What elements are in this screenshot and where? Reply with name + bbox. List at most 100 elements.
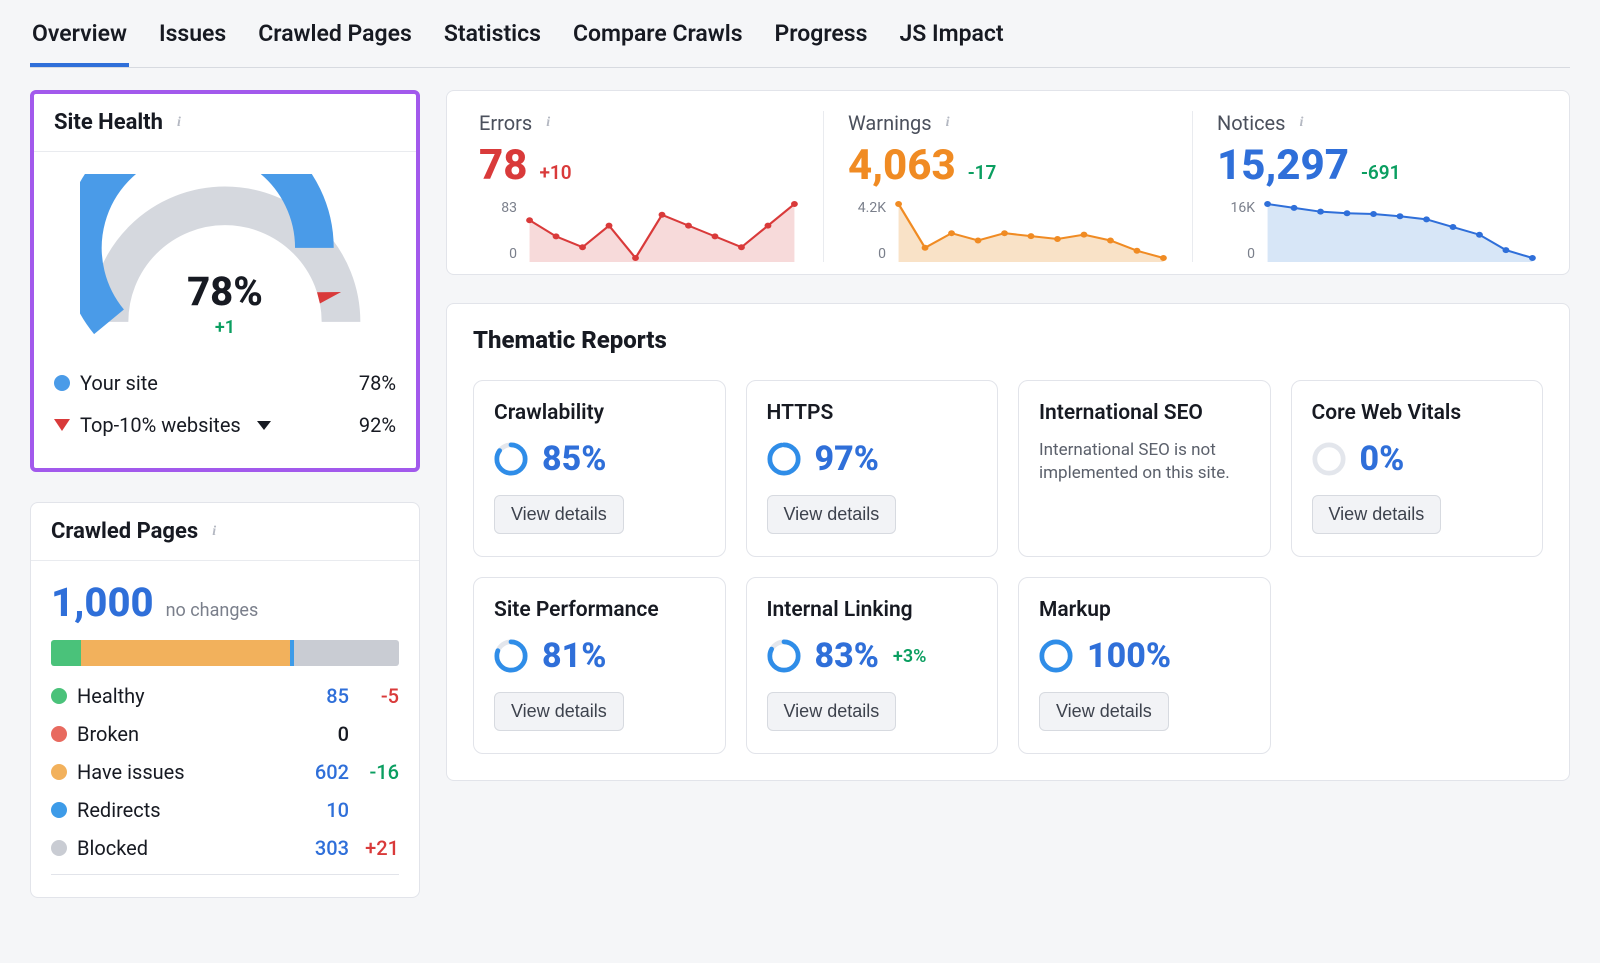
info-icon[interactable]: i bbox=[940, 115, 956, 131]
view-details-button[interactable]: View details bbox=[1039, 692, 1169, 731]
cp-value: 602 bbox=[289, 760, 349, 784]
cp-label: Healthy bbox=[77, 684, 145, 708]
kpi-notices-title: Notices bbox=[1217, 111, 1285, 135]
triangle-down-icon bbox=[54, 419, 70, 431]
view-details-button[interactable]: View details bbox=[767, 692, 897, 731]
kpi-errors-value: 78 bbox=[479, 141, 527, 190]
kpi-card: Errors i 78 +10 83 0 bbox=[446, 90, 1570, 275]
report-note: International SEO is not implemented on … bbox=[1039, 439, 1250, 485]
cp-label: Redirects bbox=[77, 798, 161, 822]
report-intlink: Internal Linking 83% +3% View details bbox=[746, 577, 999, 754]
bar-segment-healthy[interactable] bbox=[51, 640, 81, 666]
info-icon[interactable]: i bbox=[1293, 115, 1309, 131]
cp-row-redirects[interactable]: Redirects10 bbox=[51, 798, 399, 822]
tab-js-impact[interactable]: JS Impact bbox=[897, 20, 1005, 67]
donut-icon bbox=[494, 639, 528, 673]
donut-icon bbox=[1039, 639, 1073, 673]
axis-label: 16K bbox=[1217, 200, 1255, 216]
cp-row-broken[interactable]: Broken 0 bbox=[51, 722, 399, 746]
info-icon[interactable]: i bbox=[540, 115, 556, 131]
kpi-errors[interactable]: Errors i 78 +10 83 0 bbox=[455, 111, 823, 262]
bar-segment-haveissues[interactable] bbox=[81, 640, 290, 666]
legend-top10-row[interactable]: Top-10% websites 92% bbox=[54, 404, 396, 446]
cp-value: 0 bbox=[289, 722, 349, 746]
tab-crawled-pages[interactable]: Crawled Pages bbox=[256, 20, 414, 67]
kpi-notices[interactable]: Notices i 15,297 -691 16K 0 bbox=[1192, 111, 1561, 262]
report-crawlability: Crawlability 85% View details bbox=[473, 380, 726, 557]
donut-icon bbox=[767, 442, 801, 476]
gauge-delta-label: +1 bbox=[80, 317, 370, 338]
cp-row-blocked[interactable]: Blocked303+21 bbox=[51, 836, 399, 860]
thematic-reports-card: Thematic Reports Crawlability 85% View de… bbox=[446, 303, 1570, 781]
dot-icon bbox=[51, 726, 67, 742]
dot-icon bbox=[51, 802, 67, 818]
report-intlseo: International SEO International SEO is no… bbox=[1018, 380, 1271, 557]
thematic-title: Thematic Reports bbox=[447, 304, 1569, 360]
report-title: Site Performance bbox=[494, 598, 705, 622]
legend-top10-label: Top-10% websites bbox=[80, 413, 241, 437]
axis-label: 0 bbox=[1217, 246, 1255, 262]
bar-segment-blocked[interactable] bbox=[294, 640, 399, 666]
info-icon[interactable]: i bbox=[206, 524, 222, 540]
view-details-button[interactable]: View details bbox=[494, 692, 624, 731]
kpi-warnings-delta: -17 bbox=[968, 161, 997, 184]
report-delta: +3% bbox=[893, 646, 926, 667]
report-pct: 81% bbox=[542, 636, 606, 676]
donut-icon bbox=[1312, 442, 1346, 476]
report-siteperf: Site Performance 81% View details bbox=[473, 577, 726, 754]
cp-row-healthy[interactable]: Healthy85-5 bbox=[51, 684, 399, 708]
tab-progress[interactable]: Progress bbox=[773, 20, 870, 67]
kpi-warnings-title: Warnings bbox=[848, 111, 932, 135]
site-health-title: Site Health bbox=[54, 110, 163, 135]
tab-compare-crawls[interactable]: Compare Crawls bbox=[571, 20, 745, 67]
report-title: Core Web Vitals bbox=[1312, 401, 1523, 425]
dot-icon bbox=[51, 764, 67, 780]
legend-your-site-row: Your site 78% bbox=[54, 362, 396, 404]
kpi-notices-sparkline bbox=[1263, 200, 1537, 262]
kpi-warnings[interactable]: Warnings i 4,063 -17 4.2K 0 bbox=[823, 111, 1192, 262]
chevron-down-icon[interactable] bbox=[257, 421, 271, 430]
crawled-pages-bar bbox=[51, 640, 399, 666]
kpi-notices-value: 15,297 bbox=[1217, 141, 1349, 190]
cp-delta: -5 bbox=[349, 684, 399, 708]
crawled-pages-total[interactable]: 1,000 bbox=[51, 579, 154, 626]
report-title: HTTPS bbox=[767, 401, 978, 425]
report-pct: 100% bbox=[1087, 636, 1171, 676]
info-icon[interactable]: i bbox=[171, 115, 187, 131]
crawled-pages-nochanges: no changes bbox=[166, 600, 259, 621]
axis-label: 4.2K bbox=[848, 200, 886, 216]
cp-label: Have issues bbox=[77, 760, 185, 784]
view-details-button[interactable]: View details bbox=[494, 495, 624, 534]
report-title: Markup bbox=[1039, 598, 1250, 622]
report-pct: 97% bbox=[815, 439, 879, 479]
view-details-button[interactable]: View details bbox=[1312, 495, 1442, 534]
tabs-bar: Overview Issues Crawled Pages Statistics… bbox=[30, 0, 1570, 68]
report-https: HTTPS 97% View details bbox=[746, 380, 999, 557]
cp-row-haveissues[interactable]: Have issues 602-16 bbox=[51, 760, 399, 784]
kpi-errors-delta: +10 bbox=[539, 161, 571, 184]
legend-top10-value: 92% bbox=[359, 413, 396, 437]
dot-icon bbox=[51, 688, 67, 704]
view-details-button[interactable]: View details bbox=[767, 495, 897, 534]
report-title: Crawlability bbox=[494, 401, 705, 425]
axis-label: 83 bbox=[479, 200, 517, 216]
cp-label: Broken bbox=[77, 722, 139, 746]
cp-label: Blocked bbox=[77, 836, 148, 860]
report-title: Internal Linking bbox=[767, 598, 978, 622]
cp-delta: -16 bbox=[349, 760, 399, 784]
tab-statistics[interactable]: Statistics bbox=[442, 20, 543, 67]
donut-icon bbox=[767, 639, 801, 673]
tab-issues[interactable]: Issues bbox=[157, 20, 228, 67]
tab-overview[interactable]: Overview bbox=[30, 20, 129, 67]
legend-your-site-label: Your site bbox=[80, 371, 158, 395]
axis-label: 0 bbox=[848, 246, 886, 262]
cp-value: 303 bbox=[289, 836, 349, 860]
site-health-card: Site Health i 78% bbox=[30, 90, 420, 472]
kpi-warnings-value: 4,063 bbox=[848, 141, 956, 190]
report-pct: 85% bbox=[542, 439, 606, 479]
report-pct: 83% bbox=[815, 636, 879, 676]
crawled-pages-title: Crawled Pages bbox=[51, 519, 198, 544]
gauge-percent-label: 78% bbox=[80, 268, 370, 315]
axis-label: 0 bbox=[479, 246, 517, 262]
report-title: International SEO bbox=[1039, 401, 1250, 425]
